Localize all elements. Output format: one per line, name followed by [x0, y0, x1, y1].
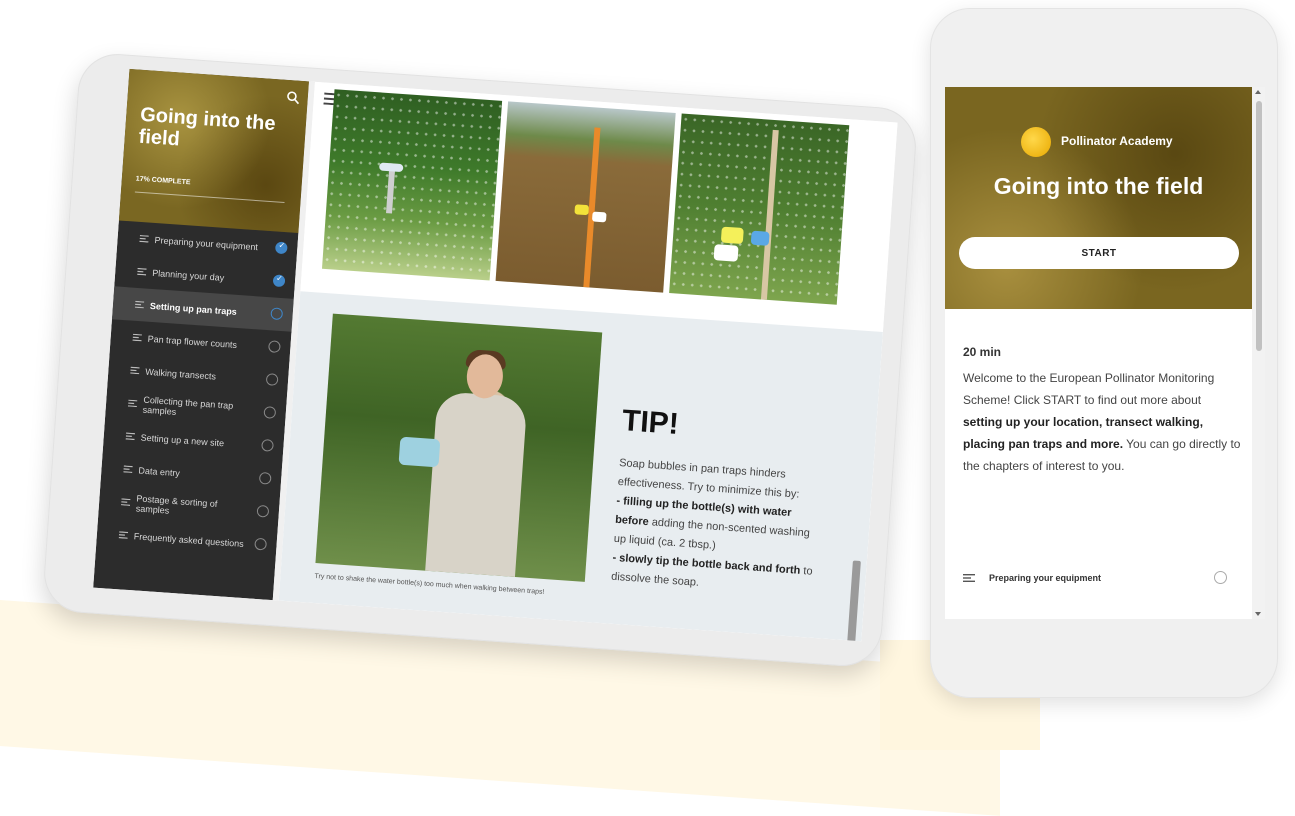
- course-hero: Pollinator Academy Going into the field …: [945, 87, 1252, 309]
- lesson-status-icon: [258, 471, 272, 485]
- field-photo-3: [669, 113, 850, 305]
- tip-panel: Try not to shake the water bottle(s) too…: [278, 291, 883, 642]
- lesson-lines-icon: [127, 399, 138, 408]
- field-photo-2: [495, 101, 676, 293]
- lesson-label: Postage & sorting of samples: [135, 492, 218, 516]
- lesson-lines-icon: [137, 267, 147, 276]
- description-intro: Welcome to the European Pollinator Monit…: [963, 371, 1215, 407]
- pollinator-logo-icon: [1021, 127, 1051, 157]
- course-title: Going into the field: [993, 173, 1204, 199]
- lesson-label: Walking transects: [145, 366, 217, 382]
- lesson-lines-icon: [130, 366, 140, 375]
- lesson-list: Preparing your equipment Planning your da…: [96, 220, 299, 562]
- lesson-label: Planning your day: [151, 267, 225, 283]
- lesson-status-icon: [270, 307, 284, 321]
- scrollbar-thumb[interactable]: [1256, 101, 1262, 351]
- chapter-label: Preparing your equipment: [989, 573, 1102, 583]
- tablet-device: Going into the field 17% COMPLETE Prepar…: [41, 51, 919, 669]
- lesson-label: Frequently asked questions: [133, 530, 245, 549]
- start-button[interactable]: START: [959, 237, 1239, 269]
- tablet-screen: Going into the field 17% COMPLETE Prepar…: [93, 68, 898, 642]
- sidebar-header: Going into the field 17% COMPLETE: [118, 68, 310, 234]
- lesson-status-icon: [272, 274, 286, 288]
- lesson-status-icon: [261, 438, 274, 452]
- chapter-item[interactable]: Preparing your equipment: [963, 567, 1227, 589]
- lesson-label: Setting up a new site: [140, 432, 225, 448]
- lesson-lines-icon: [139, 234, 149, 243]
- tip-photo: [315, 313, 603, 582]
- lesson-label: Preparing your equipment: [154, 234, 259, 252]
- progress-label: 17% COMPLETE: [135, 175, 191, 187]
- course-duration: 20 min: [963, 345, 1002, 359]
- phone-scrollbar[interactable]: [1252, 87, 1265, 619]
- lesson-lines-icon: [120, 498, 131, 506]
- lesson-status-icon: [268, 340, 281, 354]
- progress-bar: [134, 191, 285, 203]
- course-title: Going into the field: [137, 103, 277, 151]
- lesson-lines-icon: [123, 465, 133, 474]
- phone-device: Pollinator Academy Going into the field …: [930, 8, 1278, 698]
- lesson-label: Setting up pan traps: [149, 300, 238, 317]
- lesson-label: Data entry: [138, 464, 181, 478]
- lesson-label: Pan trap flower counts: [147, 333, 238, 350]
- tip-title: TIP!: [620, 404, 680, 441]
- lesson-status-icon: [263, 406, 277, 419]
- course-description: Welcome to the European Pollinator Monit…: [963, 367, 1243, 477]
- brand-name: Pollinator Academy: [1061, 134, 1173, 148]
- lesson-content: Try not to shake the water bottle(s) too…: [278, 81, 898, 642]
- tip-text: Soap bubbles in pan traps hinders effect…: [611, 454, 830, 601]
- lesson-status-icon: [265, 373, 279, 386]
- scroll-up-icon[interactable]: [1255, 90, 1261, 94]
- course-sidebar: Going into the field 17% COMPLETE Prepar…: [93, 68, 310, 601]
- lesson-status-icon: [256, 504, 270, 518]
- lesson-status-icon: [254, 537, 268, 551]
- lesson-lines-icon: [132, 333, 142, 342]
- lesson-lines-icon: [118, 531, 129, 539]
- photo-gallery: [321, 89, 850, 305]
- lesson-lines-icon: [125, 432, 136, 441]
- search-icon[interactable]: [285, 90, 300, 105]
- lesson-status-icon: [274, 241, 288, 255]
- lesson-lines-icon: [134, 300, 145, 309]
- lesson-lines-icon: [963, 574, 975, 582]
- phone-screen: Pollinator Academy Going into the field …: [945, 87, 1265, 619]
- lesson-label: Collecting the pan trap samples: [142, 394, 234, 417]
- tip-intro: Soap bubbles in pan traps hinders effect…: [617, 456, 800, 501]
- chapter-status-icon: [1214, 571, 1227, 584]
- field-photo-1: [321, 89, 503, 281]
- scroll-down-icon[interactable]: [1255, 612, 1261, 616]
- content-scrollbar-thumb[interactable]: [845, 560, 861, 642]
